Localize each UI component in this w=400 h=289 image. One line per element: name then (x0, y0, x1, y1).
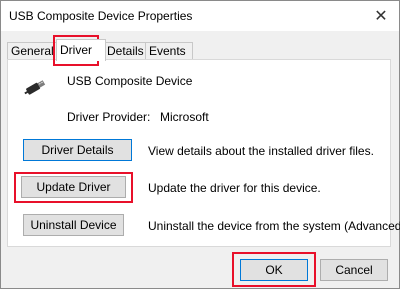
tab-driver[interactable]: Driver (56, 39, 106, 61)
driver-provider-value: Microsoft (160, 110, 209, 124)
tab-events[interactable]: Events (145, 42, 193, 60)
update-driver-button[interactable]: Update Driver (21, 176, 126, 198)
close-icon[interactable]: ✕ (369, 4, 393, 28)
tab-details[interactable]: Details (103, 42, 147, 60)
uninstall-device-button[interactable]: Uninstall Device (23, 214, 124, 236)
driver-details-description: View details about the installed driver … (148, 144, 374, 158)
driver-details-button[interactable]: Driver Details (23, 139, 132, 161)
title-bar: USB Composite Device Properties ✕ (1, 1, 399, 31)
update-driver-description: Update the driver for this device. (148, 181, 321, 195)
usb-device-icon (24, 80, 46, 95)
cancel-button[interactable]: Cancel (320, 259, 388, 281)
window-title: USB Composite Device Properties (9, 9, 193, 23)
device-name: USB Composite Device (67, 74, 193, 88)
ok-button[interactable]: OK (240, 259, 308, 281)
tab-general[interactable]: General (7, 42, 57, 60)
driver-provider-label: Driver Provider: (67, 110, 151, 124)
uninstall-device-description: Uninstall the device from the system (Ad… (148, 219, 400, 233)
